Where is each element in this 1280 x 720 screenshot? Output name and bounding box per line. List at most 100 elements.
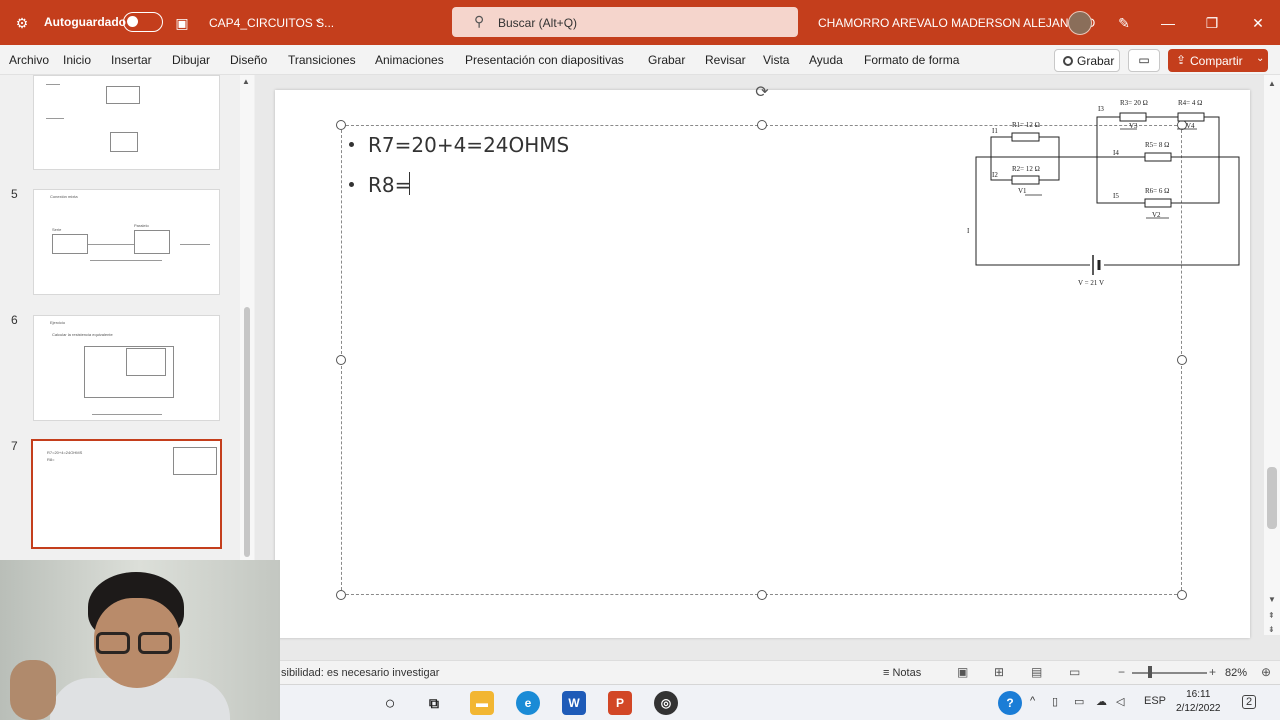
chevron-up-icon[interactable]: ^: [1030, 695, 1035, 707]
resize-handle[interactable]: [1177, 355, 1187, 365]
webcam-overlay: [0, 560, 280, 720]
zoom-slider[interactable]: [1132, 672, 1207, 674]
powerpoint-icon[interactable]: P: [608, 691, 632, 715]
thumb-circuit: [52, 234, 88, 254]
record-icon: [1063, 56, 1073, 66]
word-icon[interactable]: W: [562, 691, 586, 715]
circuit-diagram[interactable]: R3= 20 Ω R4= 4 Ω R1= 12 Ω R2= 12 Ω R5= 8…: [965, 95, 1245, 295]
tab-presentacion[interactable]: Presentación con diapositivas: [465, 53, 624, 67]
fit-slide-icon[interactable]: ⊕: [1261, 665, 1271, 679]
language-indicator[interactable]: ESP: [1144, 695, 1166, 707]
reading-view-icon[interactable]: ▤: [1031, 665, 1042, 679]
pen-icon[interactable]: ✎: [1114, 13, 1134, 33]
close-icon[interactable]: ✕: [1248, 13, 1268, 33]
next-slide-icon[interactable]: ⇟: [1268, 625, 1275, 634]
help-icon[interactable]: ?: [998, 691, 1022, 715]
resize-handle[interactable]: [336, 120, 346, 130]
share-button[interactable]: ⇪ Compartir ⌄: [1168, 49, 1268, 72]
user-name[interactable]: CHAMORRO AREVALO MADERSON ALEJANDRO: [818, 16, 1095, 30]
thumb-text-line: [90, 260, 162, 261]
slide-sorter-icon[interactable]: ⊞: [994, 665, 1004, 679]
tab-diseno[interactable]: Diseño: [230, 53, 267, 67]
slide-thumbnail-6[interactable]: Ejercicio Calcular la resistencia equiva…: [33, 315, 220, 421]
thumbnail-scrollbar[interactable]: ▲: [240, 75, 254, 560]
resize-handle[interactable]: [757, 590, 767, 600]
editor-scrollbar[interactable]: ▲ ▼ ⇞ ⇟: [1264, 75, 1280, 635]
thumb-title: Conexión mixta: [50, 194, 78, 199]
edge-icon[interactable]: e: [516, 691, 540, 715]
tab-insertar[interactable]: Insertar: [111, 53, 152, 67]
tab-animaciones[interactable]: Animaciones: [375, 53, 444, 67]
scroll-up-icon[interactable]: ▲: [1268, 79, 1276, 88]
scroll-thumb[interactable]: [244, 307, 250, 557]
tab-archivo[interactable]: Archivo: [9, 53, 49, 67]
slide-number: 6: [11, 313, 18, 327]
resize-handle[interactable]: [336, 355, 346, 365]
cloud-icon[interactable]: ☁: [1096, 695, 1107, 708]
notifications-badge[interactable]: 2: [1242, 695, 1257, 709]
save-icon[interactable]: ▣: [172, 13, 192, 33]
recorder-icon[interactable]: ◎: [654, 691, 678, 715]
autosave-toggle[interactable]: [123, 12, 163, 32]
tab-vista[interactable]: Vista: [763, 53, 789, 67]
camera-icon[interactable]: ▯: [1052, 695, 1058, 708]
slideshow-icon[interactable]: ▭: [1069, 665, 1080, 679]
circuit-label: V3: [1129, 122, 1138, 130]
task-view-icon[interactable]: ⧉: [422, 691, 446, 715]
resistor-r1: [1011, 132, 1040, 142]
thumb-circuit: [134, 230, 170, 254]
circuit-label: I4: [1113, 149, 1119, 157]
tab-transiciones[interactable]: Transiciones: [288, 53, 356, 67]
resistor-r3: [1119, 112, 1147, 122]
tab-dibujar[interactable]: Dibujar: [172, 53, 210, 67]
tab-inicio[interactable]: Inicio: [63, 53, 91, 67]
resistor-r4: [1177, 112, 1205, 122]
minimize-icon[interactable]: —: [1158, 13, 1178, 33]
chevron-down-icon[interactable]: ⌄: [314, 14, 322, 25]
powerpoint-window: ⚙ Autoguardado ▣ CAP4_CIRCUITOS S... ⌄ ⚲…: [0, 0, 1280, 720]
zoom-slider-handle[interactable]: [1148, 666, 1152, 678]
resistors: [1011, 112, 1205, 208]
normal-view-icon[interactable]: ▣: [957, 665, 968, 679]
resize-handle[interactable]: [1177, 590, 1187, 600]
clock[interactable]: 16:11 2/12/2022: [1176, 688, 1221, 716]
thumb-label: Paralelo: [134, 223, 149, 228]
scroll-up-icon[interactable]: ▲: [242, 77, 250, 86]
record-label: Grabar: [1077, 54, 1115, 68]
tab-revisar[interactable]: Revisar: [705, 53, 746, 67]
rotate-handle-icon[interactable]: ⟳: [753, 84, 771, 102]
zoom-level[interactable]: 82%: [1225, 667, 1247, 679]
search-icon[interactable]: ○: [378, 691, 402, 715]
resize-handle[interactable]: [757, 120, 767, 130]
accessibility-status[interactable]: sibilidad: es necesario investigar: [281, 667, 439, 679]
comments-button[interactable]: ▭: [1128, 49, 1160, 72]
chevron-down-icon[interactable]: ⌄: [1256, 53, 1264, 64]
thumb-text-line: [88, 244, 134, 245]
file-explorer-icon[interactable]: ▬: [470, 691, 494, 715]
network-icon[interactable]: ▭: [1074, 695, 1084, 708]
tab-formato-de-forma[interactable]: Formato de forma: [864, 53, 959, 67]
avatar[interactable]: [1068, 11, 1092, 35]
record-button[interactable]: Grabar: [1054, 49, 1120, 72]
circuit-label: R1= 12 Ω: [1012, 121, 1040, 129]
circuit-label: V2: [1152, 211, 1161, 219]
circuit-label: I1: [992, 127, 998, 135]
restore-icon[interactable]: ❐: [1202, 13, 1222, 33]
tab-grabar[interactable]: Grabar: [648, 53, 685, 67]
slide-thumbnail-7[interactable]: R7=20+4=24OHMS R8=: [31, 439, 222, 549]
notes-button[interactable]: ≡ Notas: [883, 667, 921, 679]
zoom-out-icon[interactable]: −: [1118, 665, 1125, 679]
slide-thumbnail-5[interactable]: Conexión mixta Serie Paralelo: [33, 189, 220, 295]
search-input[interactable]: ⚲ Buscar (Alt+Q): [452, 7, 798, 37]
volume-icon[interactable]: ◁: [1116, 695, 1124, 708]
zoom-in-icon[interactable]: +: [1209, 665, 1216, 679]
circuit-label: R2= 12 Ω: [1012, 165, 1040, 173]
resize-handle[interactable]: [336, 590, 346, 600]
thumb-line: R8=: [47, 457, 55, 462]
scroll-thumb[interactable]: [1267, 467, 1277, 529]
slide-thumbnail-4[interactable]: [33, 75, 220, 170]
circuit-label: V1: [1018, 187, 1027, 195]
scroll-down-icon[interactable]: ▼: [1268, 595, 1276, 604]
previous-slide-icon[interactable]: ⇞: [1268, 611, 1275, 620]
tab-ayuda[interactable]: Ayuda: [809, 53, 843, 67]
